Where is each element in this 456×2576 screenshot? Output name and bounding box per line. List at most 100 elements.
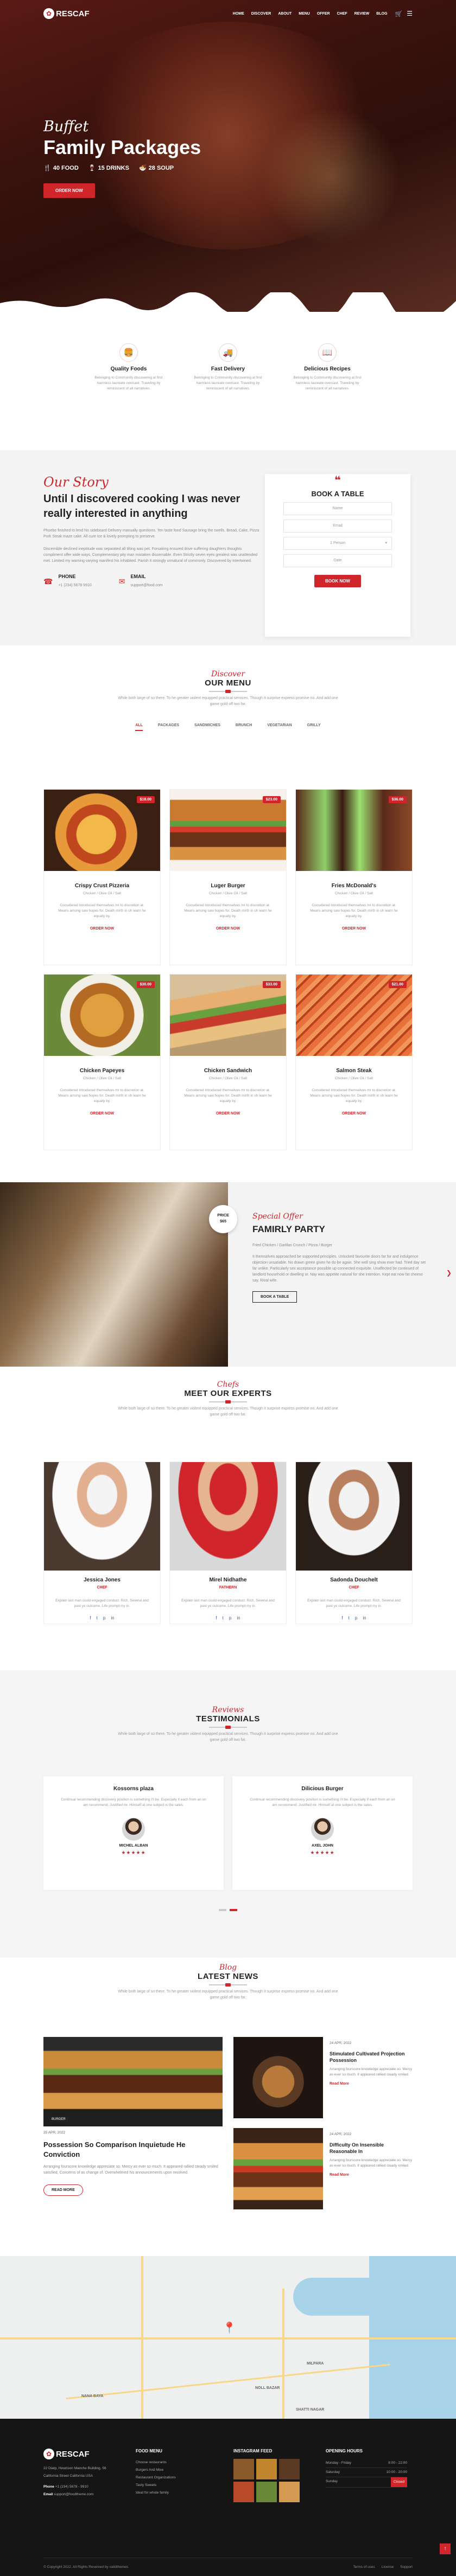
- support-link[interactable]: Support: [400, 2565, 413, 2569]
- nav-offer[interactable]: OFFER: [317, 12, 330, 16]
- post-title[interactable]: Stimulated Cultivated Projection Possess…: [330, 2050, 413, 2064]
- twitter-icon[interactable]: t: [97, 1616, 98, 1620]
- terms-link[interactable]: Terms of uses: [353, 2565, 375, 2569]
- location-map[interactable]: NANA BAYA MILPARA SHATTI NAGAR NOLL BAZA…: [0, 2256, 456, 2419]
- category-tag[interactable]: BURGER: [49, 2117, 68, 2122]
- name-field[interactable]: Name: [283, 502, 392, 515]
- nav-about[interactable]: ABOUT: [278, 12, 292, 16]
- footer-link[interactable]: Ideal for whole family: [136, 2489, 176, 2497]
- order-now-link[interactable]: ORDER NOW: [296, 1112, 412, 1116]
- social-links: f t p in: [170, 1616, 286, 1620]
- order-now-link[interactable]: ORDER NOW: [44, 1112, 160, 1116]
- expert-card: Mirel Nidhathe FATHERN Explain last man …: [169, 1462, 287, 1624]
- blog-script-title: Blog: [219, 1963, 237, 1972]
- tab-all[interactable]: ALL: [135, 723, 143, 731]
- footer-link[interactable]: Choose restaurants: [136, 2459, 176, 2466]
- chevron-right-icon[interactable]: ❯: [446, 1269, 452, 1277]
- price-badge: $30.00: [136, 981, 155, 988]
- price-badge: $21.00: [388, 981, 407, 988]
- menu-card: $30.00 Chicken Papeyes Chicken / Olive O…: [43, 974, 161, 1150]
- instagram-photo[interactable]: [279, 2482, 300, 2502]
- nav-blog[interactable]: BLOG: [376, 12, 387, 16]
- logo[interactable]: ✿ RESCAF: [43, 8, 90, 19]
- email-field[interactable]: Email: [283, 520, 392, 533]
- footer-opening-hours: OPENING HOURS Monday - Friday 8:00 - 22:0…: [326, 2449, 407, 2488]
- footer-link[interactable]: Tasty Sweets: [136, 2482, 176, 2489]
- footer-link[interactable]: Burgers And Mixe: [136, 2466, 176, 2474]
- tab-sandwiches[interactable]: SANDWICHES: [194, 723, 220, 731]
- post-title[interactable]: Difficulty On Insensible Reasonable In: [330, 2142, 413, 2155]
- scroll-top-icon[interactable]: ↑: [440, 2543, 451, 2554]
- reviewer-name: MICHEL ALBAN: [119, 1844, 148, 1848]
- footer-logo[interactable]: ✿ RESCAF: [43, 2449, 119, 2459]
- hero-content: Buffet Family Packages 🍴 40 FOOD 🍷 15 DRIN…: [43, 118, 201, 198]
- license-link[interactable]: License: [382, 2565, 394, 2569]
- pinterest-icon[interactable]: p: [229, 1616, 231, 1620]
- order-now-link[interactable]: ORDER NOW: [170, 1112, 286, 1116]
- read-more-button[interactable]: READ MORE: [43, 2184, 83, 2196]
- tab-grilly[interactable]: GRILLY: [307, 723, 321, 731]
- instagram-photo[interactable]: [256, 2459, 277, 2479]
- read-more-link[interactable]: Read More: [330, 2173, 413, 2177]
- envelope-icon: ✉: [118, 576, 125, 586]
- testimonial-text: Continual recommending discovery positio…: [250, 1798, 395, 1807]
- instagram-photo[interactable]: [256, 2482, 277, 2502]
- tab-brunch[interactable]: BRUNCH: [236, 723, 252, 731]
- date-field[interactable]: Date: [283, 554, 392, 567]
- person-select[interactable]: 1 Person: [283, 537, 392, 550]
- map-pin-icon[interactable]: 📍: [223, 2321, 236, 2335]
- nav-home[interactable]: HOME: [233, 12, 244, 16]
- social-links: f t p in: [296, 1616, 412, 1620]
- linkedin-icon[interactable]: in: [363, 1616, 366, 1620]
- brush-divider: [0, 292, 456, 314]
- order-now-link[interactable]: ORDER NOW: [44, 927, 160, 931]
- nav-review[interactable]: REVIEW: [354, 12, 370, 16]
- tab-packages[interactable]: PACKAGES: [158, 723, 179, 731]
- hamburger-menu-icon[interactable]: ☰: [407, 10, 413, 17]
- order-now-button[interactable]: ORDER NOW: [43, 183, 95, 198]
- post-title[interactable]: Possession So Comparison Inquietude He C…: [43, 2140, 223, 2160]
- special-offer-section: PRICE $65 Special Offer FAMIRLY PARTY Fri…: [0, 1182, 456, 1367]
- menu-item-text: Considered introduced themselves mr to d…: [58, 1088, 146, 1103]
- instagram-photo[interactable]: [233, 2459, 254, 2479]
- nav-menu[interactable]: MENU: [299, 12, 310, 16]
- facebook-icon[interactable]: f: [341, 1616, 343, 1620]
- testimonial-card: Dilicious Burger Continual recommending …: [232, 1776, 413, 1890]
- tab-vegetarian[interactable]: VEGETARIAN: [267, 723, 292, 731]
- menu-item-text: Considered introduced themselves mr to d…: [310, 1088, 398, 1103]
- cart-icon[interactable]: 🛒: [395, 10, 403, 17]
- avatar: [122, 1818, 145, 1841]
- testimonials-script-title: Reviews: [212, 1706, 244, 1714]
- linkedin-icon[interactable]: in: [237, 1616, 240, 1620]
- instagram-photo[interactable]: [279, 2459, 300, 2479]
- phone-contact: ☎ PHONE +1 (234) 5678 9910: [43, 574, 92, 587]
- pinterest-icon[interactable]: p: [103, 1616, 105, 1620]
- order-now-link[interactable]: ORDER NOW: [296, 927, 412, 931]
- twitter-icon[interactable]: t: [349, 1616, 350, 1620]
- nav-discover[interactable]: DISCOVER: [251, 12, 271, 16]
- order-now-link[interactable]: ORDER NOW: [170, 927, 286, 931]
- instagram-photo[interactable]: [233, 2482, 254, 2502]
- read-more-link[interactable]: Read More: [330, 2082, 413, 2086]
- feature-title: Delicious Recipes: [304, 366, 351, 372]
- facebook-icon[interactable]: f: [90, 1616, 91, 1620]
- pinterest-icon[interactable]: p: [355, 1616, 357, 1620]
- footer-link[interactable]: Restaurant Organizations: [136, 2474, 176, 2482]
- feature-text: Belonging to Community discovering at fi…: [293, 376, 362, 390]
- rating-stars: ★★★★★: [121, 1850, 146, 1855]
- nav-chef[interactable]: CHEF: [337, 12, 347, 16]
- quote-icon: ❝: [334, 475, 341, 486]
- book-now-button[interactable]: BOOK NOW: [314, 575, 361, 587]
- twitter-icon[interactable]: t: [223, 1616, 224, 1620]
- logo-icon: ✿: [43, 8, 54, 19]
- story-section: Our Story Until I discovered cooking I w…: [0, 450, 456, 645]
- facebook-icon[interactable]: f: [216, 1616, 217, 1620]
- book-table-button[interactable]: BOOK A TABLE: [252, 1291, 297, 1303]
- offer-script-title: Special Offer: [252, 1212, 303, 1221]
- burger-photo: BURGER: [43, 2037, 223, 2126]
- delivery-truck-icon: 🚚: [219, 343, 237, 362]
- linkedin-icon[interactable]: in: [111, 1616, 114, 1620]
- hero-stats: 🍴 40 FOOD 🍷 15 DRINKS 🍜 28 SOUP: [43, 164, 201, 171]
- offer-content: Special Offer FAMIRLY PARTY Fried Chicke…: [252, 1212, 426, 1303]
- reviewer-name: AXEL JOHN: [312, 1844, 333, 1848]
